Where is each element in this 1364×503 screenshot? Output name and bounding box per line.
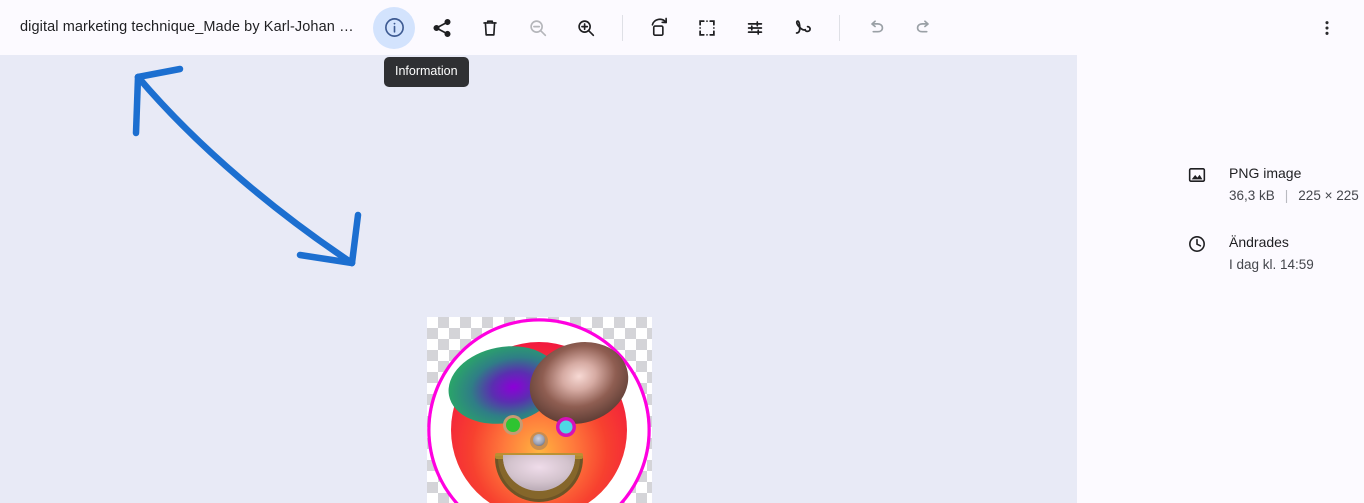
- redo-button[interactable]: [903, 7, 945, 49]
- zoom-in-button[interactable]: [565, 7, 607, 49]
- zoom-in-icon: [575, 17, 597, 39]
- annotate-button[interactable]: [782, 7, 824, 49]
- undo-button[interactable]: [855, 7, 897, 49]
- file-dimensions: 225 × 225: [1298, 188, 1359, 203]
- top-toolbar: digital marketing technique_Made by Karl…: [0, 0, 1364, 55]
- toolbar-divider-1: [622, 14, 623, 41]
- page-title: digital marketing technique_Made by Karl…: [20, 19, 370, 35]
- image-icon: [1187, 163, 1209, 185]
- information-button[interactable]: [373, 6, 415, 49]
- modified-value: I dag kl. 14:59: [1229, 257, 1314, 272]
- pen-icon: [792, 17, 814, 39]
- image-viewer-window: digital marketing technique_Made by Karl…: [0, 0, 1364, 503]
- file-info-row: PNG image 36,3 kB | 225 × 225: [1077, 163, 1364, 206]
- file-size: 36,3 kB: [1229, 188, 1275, 203]
- information-panel: PNG image 36,3 kB | 225 × 225 Ändrades I…: [1077, 55, 1364, 503]
- trash-icon: [479, 17, 501, 39]
- undo-icon: [865, 17, 887, 39]
- zoom-out-button[interactable]: [517, 7, 559, 49]
- main-body: PNG image 36,3 kB | 225 × 225 Ändrades I…: [0, 55, 1364, 503]
- info-icon: [383, 16, 406, 39]
- more-options-button[interactable]: [1306, 7, 1348, 49]
- abstract-face-artwork: [427, 318, 651, 503]
- adjust-button[interactable]: [734, 7, 776, 49]
- share-button[interactable]: [421, 7, 463, 49]
- redo-icon: [913, 17, 935, 39]
- tooltip-information: Information: [384, 57, 469, 87]
- meta-separator: |: [1284, 188, 1289, 203]
- crop-button[interactable]: [686, 7, 728, 49]
- file-type: PNG image: [1229, 165, 1302, 181]
- zoom-out-icon: [527, 17, 549, 39]
- share-icon: [431, 17, 453, 39]
- crop-icon: [696, 17, 718, 39]
- clock-icon: [1187, 232, 1209, 254]
- modified-info-row: Ändrades I dag kl. 14:59: [1077, 232, 1364, 275]
- toolbar-actions: [370, 6, 948, 49]
- toolbar-divider-2: [839, 14, 840, 41]
- delete-button[interactable]: [469, 7, 511, 49]
- modified-info-text: Ändrades I dag kl. 14:59: [1229, 232, 1314, 275]
- file-meta: 36,3 kB | 225 × 225: [1229, 186, 1359, 206]
- modified-label: Ändrades: [1229, 234, 1289, 250]
- rotate-icon: [648, 16, 671, 39]
- image-canvas[interactable]: [0, 55, 1077, 503]
- file-info-text: PNG image 36,3 kB | 225 × 225: [1229, 163, 1359, 206]
- sliders-icon: [744, 17, 766, 39]
- kebab-menu-icon: [1317, 18, 1337, 38]
- rotate-button[interactable]: [638, 7, 680, 49]
- abstract-face-image[interactable]: [427, 317, 652, 503]
